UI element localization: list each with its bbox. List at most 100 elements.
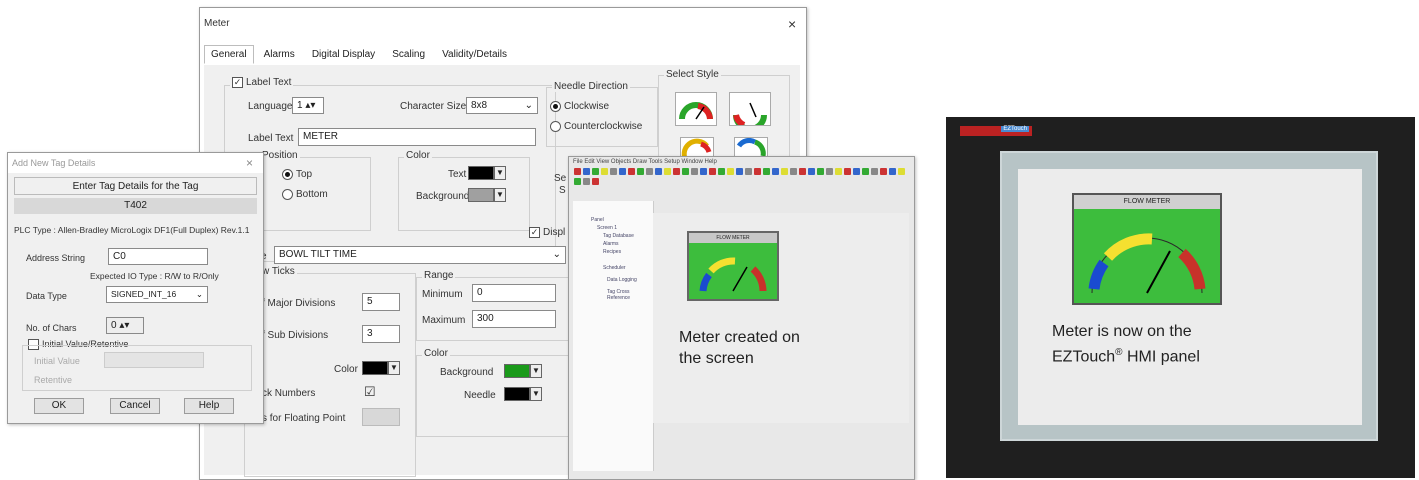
char-size-select[interactable]: 8x8 ⌄ — [466, 97, 538, 114]
toolbar-icon[interactable] — [718, 168, 725, 175]
toolbar-icon[interactable] — [727, 168, 734, 175]
toolbar-icon[interactable] — [610, 168, 617, 175]
floating-point-input[interactable] — [362, 408, 400, 426]
toolbar-icon[interactable] — [637, 168, 644, 175]
toolbar-icon[interactable] — [826, 168, 833, 175]
chars-spinner[interactable]: 0 ▴▾ — [106, 317, 144, 334]
toolbar-icon[interactable] — [628, 168, 635, 175]
needle-color-swatch[interactable] — [504, 387, 530, 401]
tab-digital-display[interactable]: Digital Display — [305, 45, 382, 64]
editor-menubar[interactable]: File Edit View Objects Draw Tools Setup … — [573, 159, 717, 165]
toolbar-icon[interactable] — [835, 168, 842, 175]
tree-item[interactable]: Tag Database — [603, 233, 634, 239]
toolbar-icon[interactable] — [790, 168, 797, 175]
chevron-down-icon[interactable]: ▼ — [388, 361, 400, 375]
sub-divisions-input[interactable]: 3 — [362, 325, 400, 343]
toolbar-icon[interactable] — [745, 168, 752, 175]
tick-color-swatch[interactable] — [362, 361, 388, 375]
tab-scaling[interactable]: Scaling — [385, 45, 432, 64]
toolbar-icon[interactable] — [781, 168, 788, 175]
hmi-screen[interactable]: FLOW METER Meter is now on the EZTouch® … — [1018, 169, 1362, 425]
tab-general[interactable]: General — [204, 45, 254, 64]
meter-object[interactable]: FLOW METER — [687, 231, 779, 301]
toolbar-icon[interactable] — [601, 168, 608, 175]
toolbar-icon[interactable] — [889, 168, 896, 175]
toolbar-icon[interactable] — [574, 178, 581, 185]
position-top-radio[interactable]: Top — [282, 169, 312, 180]
retentive-label: Retentive — [34, 375, 73, 385]
tree-item[interactable]: Recipes — [603, 249, 621, 255]
hmi-screen-bezel: FLOW METER Meter is now on the EZTouch® … — [1000, 151, 1378, 441]
toolbar-icon[interactable] — [682, 168, 689, 175]
toolbar-icon[interactable] — [844, 168, 851, 175]
label-text-input[interactable]: METER — [298, 128, 536, 146]
tab-validity-details[interactable]: Validity/Details — [435, 45, 514, 64]
ok-button[interactable]: OK — [34, 398, 84, 414]
tick-numbers-checkbox[interactable]: ☑ — [364, 384, 376, 400]
toolbar-icon[interactable] — [772, 168, 779, 175]
counterclockwise-radio[interactable]: Counterclockwise — [550, 121, 642, 132]
meter-style-1[interactable] — [675, 92, 717, 126]
toolbar-icon[interactable] — [799, 168, 806, 175]
tree-item[interactable]: Panel — [591, 217, 604, 223]
text-color-swatch[interactable] — [468, 166, 494, 180]
chevron-down-icon[interactable]: ▼ — [530, 364, 542, 378]
address-input[interactable]: C0 — [108, 248, 208, 265]
minimum-input[interactable]: 0 — [472, 284, 556, 302]
chevron-down-icon[interactable]: ▼ — [530, 387, 542, 401]
tag-select[interactable]: BOWL TILT TIME ⌄ — [274, 246, 566, 264]
toolbar-icon[interactable] — [736, 168, 743, 175]
select-style-legend: Select Style — [664, 69, 721, 80]
editor-canvas[interactable]: FLOW METER Meter created on the screen — [653, 213, 909, 423]
toolbar-icon[interactable] — [583, 178, 590, 185]
initial-value-input[interactable] — [104, 352, 204, 368]
toolbar-icon[interactable] — [808, 168, 815, 175]
toolbar-icon[interactable] — [664, 168, 671, 175]
toolbar-icon[interactable] — [655, 168, 662, 175]
chevron-down-icon: ⌄ — [524, 100, 533, 111]
close-icon[interactable]: × — [788, 16, 796, 32]
display-checkbox[interactable]: ✓ Displ — [529, 227, 565, 238]
toolbar-icon[interactable] — [853, 168, 860, 175]
major-divisions-input[interactable]: 5 — [362, 293, 400, 311]
toolbar-icon[interactable] — [709, 168, 716, 175]
toolbar-icon[interactable] — [592, 168, 599, 175]
toolbar-icon[interactable] — [763, 168, 770, 175]
meter-style-2[interactable] — [729, 92, 771, 132]
help-button[interactable]: Help — [184, 398, 234, 414]
toolbar-icon[interactable] — [583, 168, 590, 175]
toolbar-icon[interactable] — [673, 168, 680, 175]
tab-alarms[interactable]: Alarms — [257, 45, 302, 64]
tree-item[interactable]: Scheduler — [603, 265, 626, 271]
toolbar-icon[interactable] — [754, 168, 761, 175]
toolbar-icon[interactable] — [862, 168, 869, 175]
position-bottom-radio[interactable]: Bottom — [282, 189, 328, 200]
tree-item[interactable]: Screen 1 — [597, 225, 617, 231]
label-text-checkbox[interactable]: ✓ Label Text — [230, 77, 294, 89]
toolbar-icon[interactable] — [592, 178, 599, 185]
maximum-input[interactable]: 300 — [472, 310, 556, 328]
chevron-down-icon[interactable]: ▼ — [494, 188, 506, 202]
checkbox-icon: ✓ — [529, 227, 540, 238]
close-icon[interactable]: × — [246, 156, 253, 170]
toolbar-icon[interactable] — [871, 168, 878, 175]
tree-item[interactable]: Tag Cross Reference — [607, 289, 653, 301]
language-spinner[interactable]: 1 ▴▾ — [292, 97, 324, 114]
cancel-button[interactable]: Cancel — [110, 398, 160, 414]
toolbar-icon[interactable] — [619, 168, 626, 175]
editor-toolbar[interactable] — [573, 167, 909, 197]
tree-item[interactable]: Alarms — [603, 241, 619, 247]
range-background-swatch[interactable] — [504, 364, 530, 378]
toolbar-icon[interactable] — [817, 168, 824, 175]
toolbar-icon[interactable] — [646, 168, 653, 175]
data-type-select[interactable]: SIGNED_INT_16 ⌄ — [106, 286, 208, 303]
clockwise-radio[interactable]: Clockwise — [550, 101, 609, 112]
background-color-swatch[interactable] — [468, 188, 494, 202]
toolbar-icon[interactable] — [700, 168, 707, 175]
toolbar-icon[interactable] — [574, 168, 581, 175]
tree-item[interactable]: Data Logging — [607, 277, 637, 283]
toolbar-icon[interactable] — [691, 168, 698, 175]
toolbar-icon[interactable] — [898, 168, 905, 175]
chevron-down-icon[interactable]: ▼ — [494, 166, 506, 180]
toolbar-icon[interactable] — [880, 168, 887, 175]
